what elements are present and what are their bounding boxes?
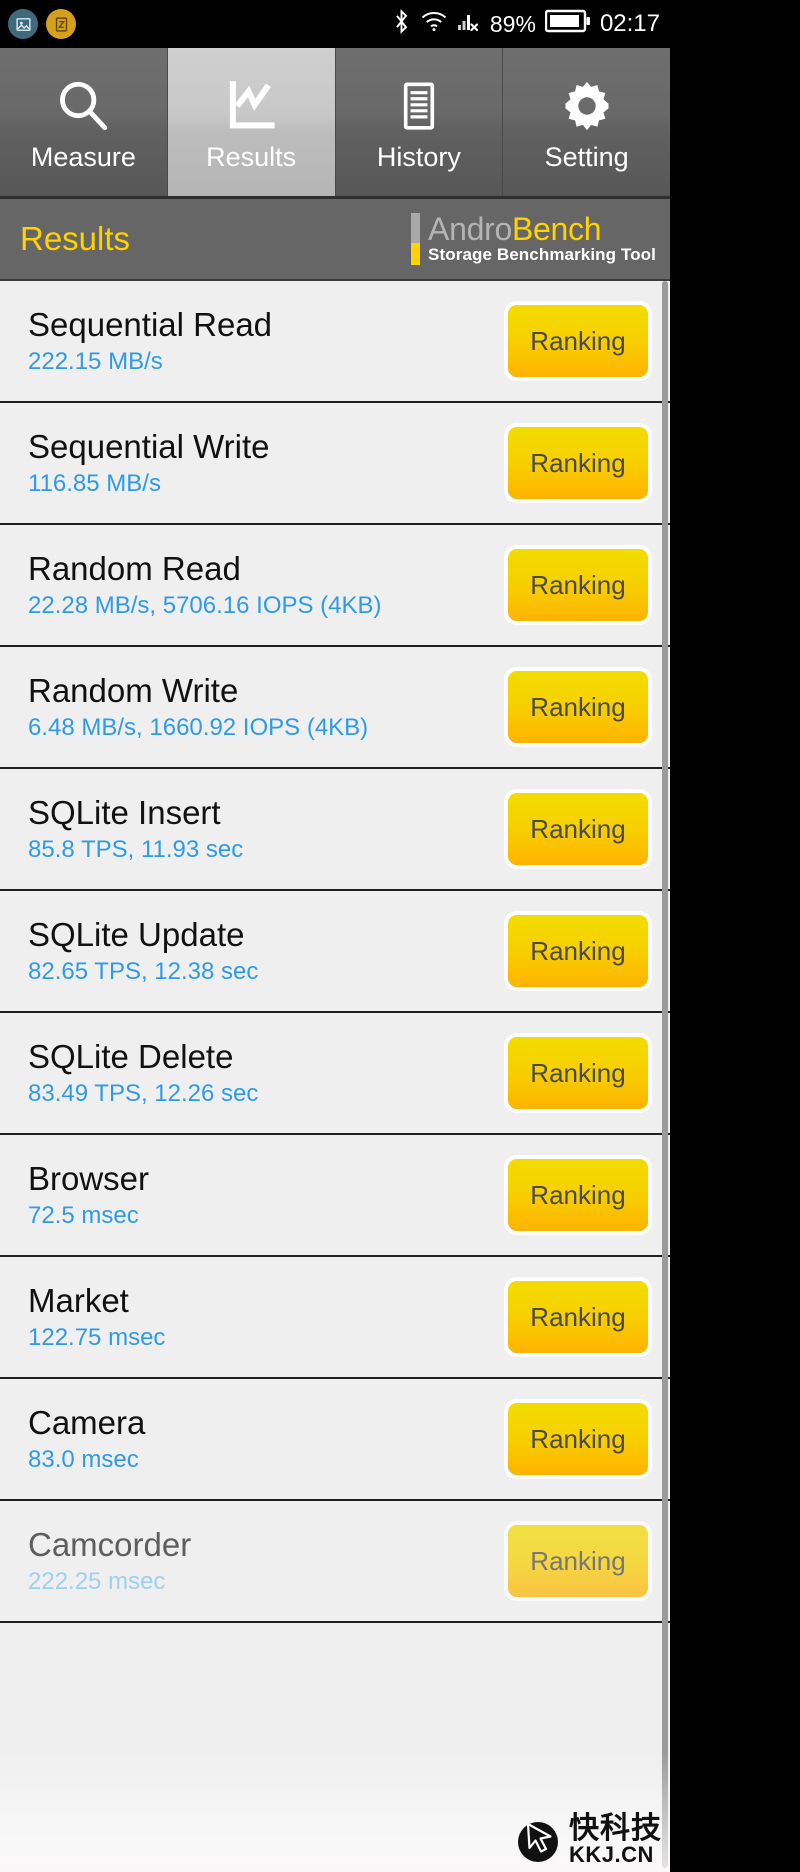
benchmark-name: Market [28,1282,129,1320]
tab-setting-label: Setting [544,142,629,172]
benchmark-name: Random Read [28,550,241,588]
table-row[interactable]: SQLite Update 82.65 TPS, 12.38 sec Ranking [0,891,670,1013]
wifi-icon [420,10,448,38]
results-list[interactable]: Sequential Read 222.15 MB/s Ranking Sequent… [0,281,670,1623]
table-row[interactable]: SQLite Insert 85.8 TPS, 11.93 sec Ranking [0,769,670,891]
table-row[interactable]: Sequential Write 116.85 MB/s Ranking [0,403,670,525]
ranking-button[interactable]: Ranking [508,1159,648,1231]
table-row[interactable]: Sequential Read 222.15 MB/s Ranking [0,281,670,403]
tab-measure-label: Measure [30,142,136,172]
benchmark-value: 83.0 msec [28,1446,139,1474]
ranking-button[interactable]: Ranking [508,1037,648,1109]
row-texts: Sequential Read 222.15 MB/s [28,306,272,376]
phone-screen: 89% 02:17 Measure Results History Settin… [0,0,670,1872]
table-row[interactable]: Random Read 22.28 MB/s, 5706.16 IOPS (4KB… [0,525,670,647]
status-bar-clock: 02:17 [599,10,660,37]
row-texts: SQLite Delete 83.49 TPS, 12.26 sec [28,1038,258,1108]
row-texts: Sequential Write 116.85 MB/s [28,428,270,498]
benchmark-name: Camera [28,1404,146,1442]
document-lines-icon [390,73,448,135]
benchmark-value: 83.49 TPS, 12.26 sec [28,1080,259,1108]
logo-subtitle: Storage Benchmarking Tool [428,244,656,264]
benchmark-name: Sequential Read [28,306,273,344]
tab-setting[interactable]: Setting [503,48,670,196]
benchmark-value: 222.15 MB/s [28,348,163,376]
row-texts: SQLite Update 82.65 TPS, 12.38 sec [28,916,258,986]
ranking-button[interactable]: Ranking [508,671,648,743]
row-texts: Market 122.75 msec [28,1282,165,1352]
row-texts: Camera 83.0 msec [28,1404,145,1474]
benchmark-value: 85.8 TPS, 11.93 sec [28,836,244,864]
logo-bars-icon [411,213,421,265]
logo-andro-label: Andro [428,211,512,248]
watermark-text: 快科技 KKJ.CN [569,1814,662,1866]
table-row[interactable]: SQLite Delete 83.49 TPS, 12.26 sec Ranking [0,1013,670,1135]
ranking-button[interactable]: Ranking [508,549,648,621]
table-row[interactable]: Camera 83.0 msec Ranking [0,1379,670,1501]
benchmark-value: 82.65 TPS, 12.38 sec [28,958,259,986]
chart-icon [222,73,280,135]
benchmark-name: Sequential Write [28,428,270,466]
logo-bench-label: Bench [511,211,602,248]
benchmark-name: Browser [28,1160,150,1198]
benchmark-value: 6.48 MB/s, 1660.92 IOPS (4KB) [28,714,369,742]
table-row[interactable]: Camcorder 222.25 msec Ranking [0,1501,670,1623]
row-texts: Camcorder 222.25 msec [28,1526,191,1596]
page-title: Results [20,220,131,257]
benchmark-value: 122.75 msec [28,1324,166,1352]
watermark-cn-label: 快科技 [569,1812,662,1845]
logo-text: AndroBench Storage Benchmarking Tool [428,213,656,264]
gear-icon [558,73,616,135]
table-row[interactable]: Browser 72.5 msec Ranking [0,1135,670,1257]
row-texts: Browser 72.5 msec [28,1160,149,1230]
vertical-scrollbar[interactable] [662,281,668,1868]
search-icon [54,73,112,135]
battery-icon [544,8,591,40]
page-header: Results AndroBench Storage Benchmarking … [0,199,670,281]
ranking-button[interactable]: Ranking [508,793,648,865]
row-texts: Random Write 6.48 MB/s, 1660.92 IOPS (4KB… [28,672,368,742]
cursor-logo-icon [512,1814,564,1866]
ranking-button[interactable]: Ranking [508,915,648,987]
benchmark-name: Random Write [28,672,239,710]
document-notification-icon [46,9,76,39]
row-texts: SQLite Insert 85.8 TPS, 11.93 sec [28,794,243,864]
benchmark-name: SQLite Delete [28,1038,234,1076]
table-row[interactable]: Random Write 6.48 MB/s, 1660.92 IOPS (4KB… [0,647,670,769]
status-bar-notifications [8,9,76,39]
bottom-fade-overlay [0,1752,670,1872]
battery-percent-label: 89% [489,10,536,37]
status-bar-indicators: 89% 02:17 [392,8,660,41]
watermark-url-label: KKJ.CN [569,1842,654,1867]
ranking-button[interactable]: Ranking [508,1403,648,1475]
tab-results-label: Results [206,142,297,172]
status-bar: 89% 02:17 [0,0,670,48]
benchmark-name: SQLite Insert [28,794,221,832]
androbench-logo: AndroBench Storage Benchmarking Tool [411,213,656,265]
bluetooth-icon [392,8,411,41]
tab-history[interactable]: History [335,48,504,196]
row-texts: Random Read 22.28 MB/s, 5706.16 IOPS (4KB… [28,550,382,620]
site-watermark: 快科技 KKJ.CN [512,1814,662,1866]
ranking-button[interactable]: Ranking [508,1525,648,1597]
tab-results[interactable]: Results [167,48,336,196]
tab-measure[interactable]: Measure [0,48,168,196]
benchmark-value: 22.28 MB/s, 5706.16 IOPS (4KB) [28,592,382,620]
table-row[interactable]: Market 122.75 msec Ranking [0,1257,670,1379]
signal-no-service-icon [457,9,481,39]
benchmark-value: 72.5 msec [28,1202,139,1230]
ranking-button[interactable]: Ranking [508,427,648,499]
screenshot-notification-icon [8,9,38,39]
benchmark-name: SQLite Update [28,916,245,954]
ranking-button[interactable]: Ranking [508,305,648,377]
tab-history-label: History [376,142,461,172]
tab-bar: Measure Results History Setting [0,48,670,196]
ranking-button[interactable]: Ranking [508,1281,648,1353]
benchmark-value: 116.85 MB/s [28,470,161,498]
benchmark-name: Camcorder [28,1526,192,1564]
benchmark-value: 222.25 msec [28,1568,166,1596]
